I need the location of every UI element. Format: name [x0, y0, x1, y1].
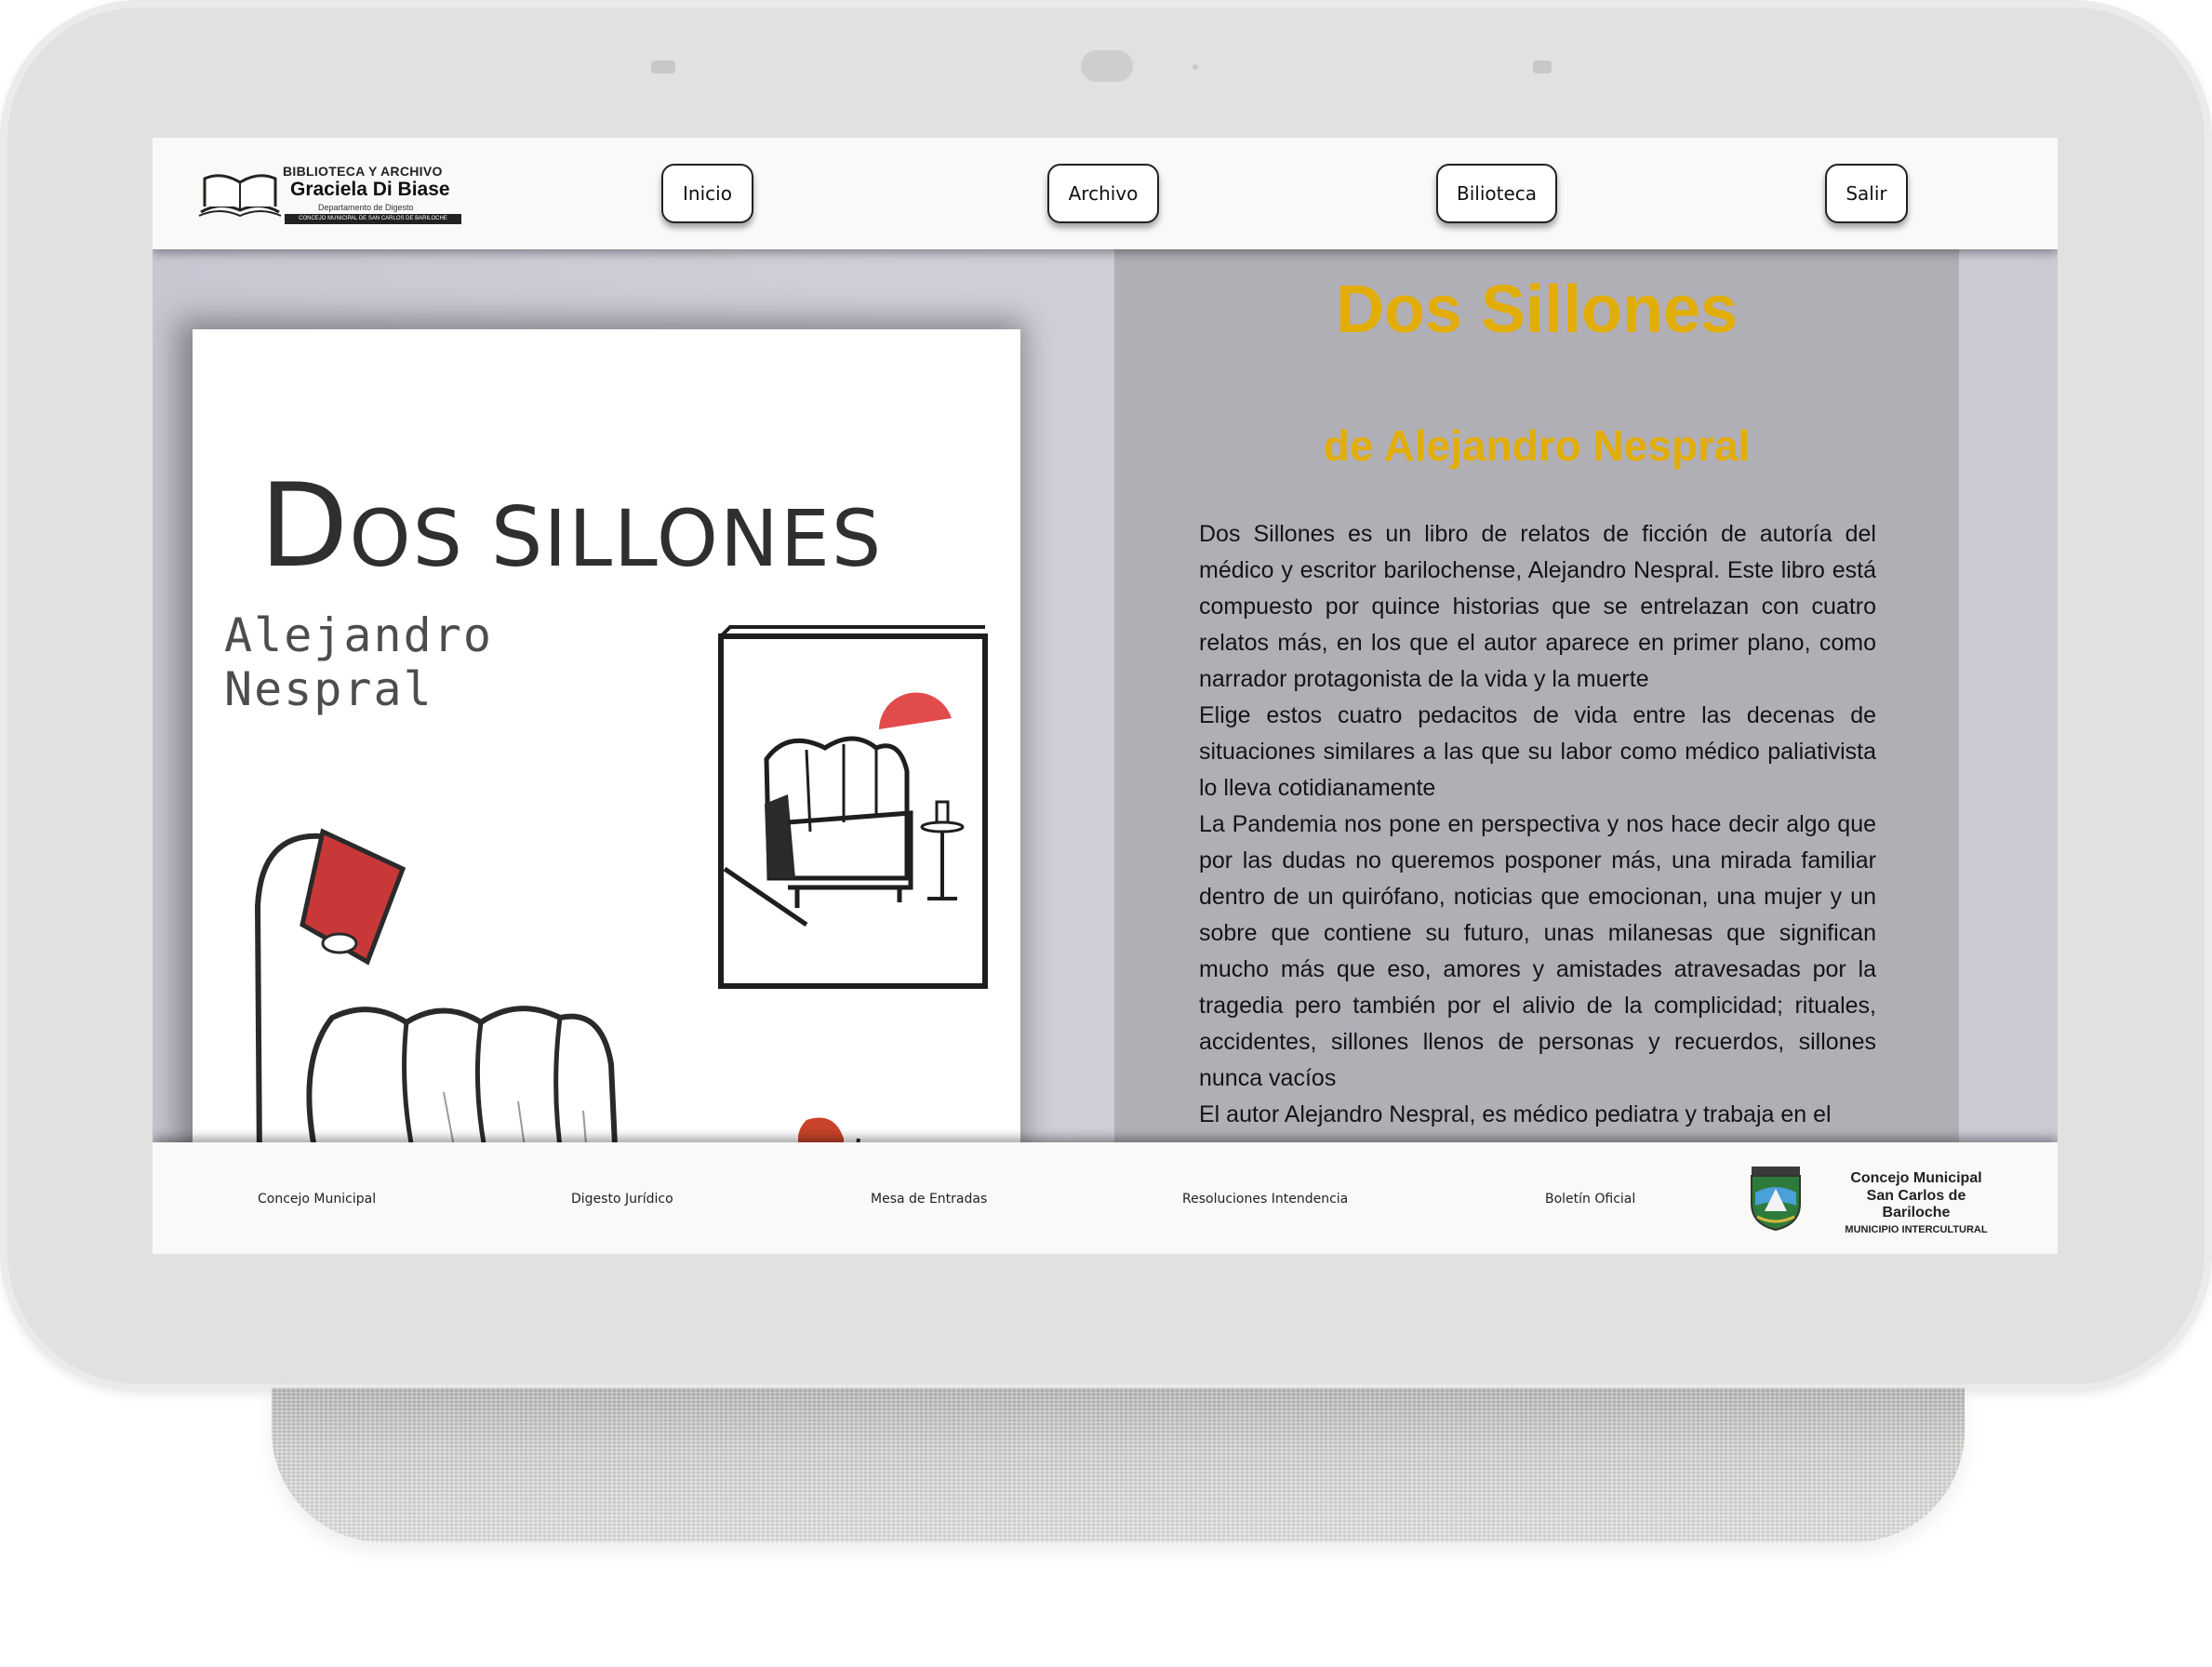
description-paragraph: La Pandemia nos pone en perspectiva y no… [1199, 811, 1876, 1091]
library-logo[interactable]: BIBLIOTECA Y ARCHIVO Graciela Di Biase D… [197, 164, 467, 225]
open-book-icon [198, 174, 282, 218]
cover-illustration [254, 625, 988, 1167]
logo-line-3: Departamento de Digesto [318, 203, 414, 212]
book-author: de Alejandro Nespral [1323, 421, 1751, 470]
footer-bar: Concejo Municipal Digesto Jurídico Mesa … [153, 1142, 2058, 1254]
footer-link-boletin[interactable]: Boletín Oficial [1545, 1192, 1635, 1207]
municipality-label: Concejo Municipal San Carlos de Bariloch… [1832, 1170, 2000, 1235]
description-paragraph: Elige estos cuatro pedacitos de vida ent… [1199, 702, 1876, 801]
description-paragraph: El autor Alejandro Nespral, es médico pe… [1199, 1101, 1832, 1127]
screen: BIBLIOTECA Y ARCHIVO Graciela Di Biase D… [153, 138, 2058, 1254]
book-title: Dos Sillones [1335, 273, 1739, 347]
microphone-icon [651, 60, 675, 73]
nav-biblioteca-button[interactable]: Bilioteca [1436, 164, 1557, 223]
municipality-line-3: MUNICIPIO INTERCULTURAL [1845, 1224, 1988, 1235]
framed-armchair-illustration [718, 625, 988, 989]
nav-inicio-button[interactable]: Inicio [661, 164, 753, 223]
bariloche-crest-icon[interactable] [1746, 1165, 1806, 1232]
camera-icon [1081, 50, 1133, 82]
device-frame: BIBLIOTECA Y ARCHIVO Graciela Di Biase D… [0, 0, 2212, 1392]
light-sensor-icon [1193, 64, 1198, 70]
book-description: Dos Sillones es un libro de relatos de f… [1199, 516, 1876, 1133]
book-description-panel: Dos Sillones de Alejandro Nespral Dos Si… [1114, 249, 1959, 1142]
logo-line-1: BIBLIOTECA Y ARCHIVO [283, 164, 443, 179]
speaker-stand [272, 1388, 1965, 1542]
footer-link-digesto[interactable]: Digesto Jurídico [571, 1192, 673, 1207]
nav-salir-button[interactable]: Salir [1825, 164, 1908, 223]
book-cover: DOS SILLONES Alejandro Nespral [193, 329, 1020, 1167]
footer-link-concejo[interactable]: Concejo Municipal [258, 1192, 376, 1207]
nav-archivo-button[interactable]: Archivo [1047, 164, 1159, 223]
main-content: DOS SILLONES Alejandro Nespral Dos Sillo… [153, 249, 2058, 1167]
logo-line-4: CONCEJO MUNICIPAL DE SAN CARLOS DE BARIL… [285, 214, 461, 224]
microphone-icon [1533, 60, 1552, 73]
municipality-line-2: San Carlos de Bariloche [1866, 1188, 1966, 1220]
municipality-line-1: Concejo Municipal [1850, 1170, 1982, 1186]
header-bar: BIBLIOTECA Y ARCHIVO Graciela Di Biase D… [153, 138, 2058, 249]
footer-link-mesa-entradas[interactable]: Mesa de Entradas [871, 1192, 987, 1207]
description-paragraph: Dos Sillones es un libro de relatos de f… [1199, 521, 1876, 692]
logo-line-2: Graciela Di Biase [290, 179, 450, 200]
footer-link-resoluciones[interactable]: Resoluciones Intendencia [1182, 1192, 1348, 1207]
